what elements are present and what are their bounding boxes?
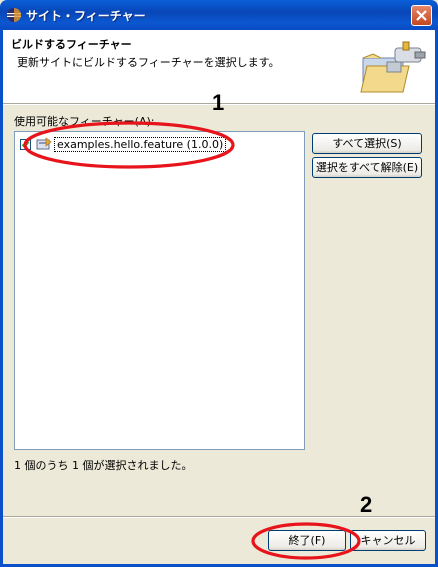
finish-button[interactable]: 終了(F) xyxy=(268,530,346,551)
title-bar[interactable]: サイト・フィーチャー xyxy=(0,0,438,30)
feature-list[interactable]: examples.hello.feature (1.0.0) xyxy=(14,131,305,450)
feature-checkbox[interactable] xyxy=(20,139,31,150)
wizard-banner: ビルドするフィーチャー 更新サイトにビルドするフィーチャーを選択します。 xyxy=(3,30,435,103)
window-frame-left xyxy=(0,30,3,567)
banner-description: 更新サイトにビルドするフィーチャーを選択します。 xyxy=(17,56,280,69)
selection-status: 1 個のうち 1 個が選択されました。 xyxy=(14,459,193,472)
select-all-button[interactable]: すべて選択(S) xyxy=(312,133,422,154)
feature-label: examples.hello.feature (1.0.0) xyxy=(54,137,227,152)
site-features-dialog: サイト・フィーチャー ビルドするフィーチャー 更新サイトにビルドするフィーチャー… xyxy=(0,0,438,567)
annotation-number-2: 2 xyxy=(360,492,373,517)
deselect-all-button[interactable]: 選択をすべて解除(E) xyxy=(312,157,422,178)
window-title: サイト・フィーチャー xyxy=(26,9,146,23)
folder-plugin-icon xyxy=(360,41,426,93)
banner-title: ビルドするフィーチャー xyxy=(11,38,132,51)
checkmark-icon xyxy=(21,141,30,149)
close-button[interactable] xyxy=(411,5,432,26)
eclipse-icon xyxy=(7,8,21,22)
close-icon xyxy=(416,10,427,21)
cancel-button[interactable]: キャンセル xyxy=(350,530,426,551)
available-features-label: 使用可能なフィーチャー(A): xyxy=(14,115,155,128)
banner-separator xyxy=(3,103,435,105)
button-bar-separator xyxy=(3,516,435,518)
feature-icon xyxy=(36,137,52,150)
